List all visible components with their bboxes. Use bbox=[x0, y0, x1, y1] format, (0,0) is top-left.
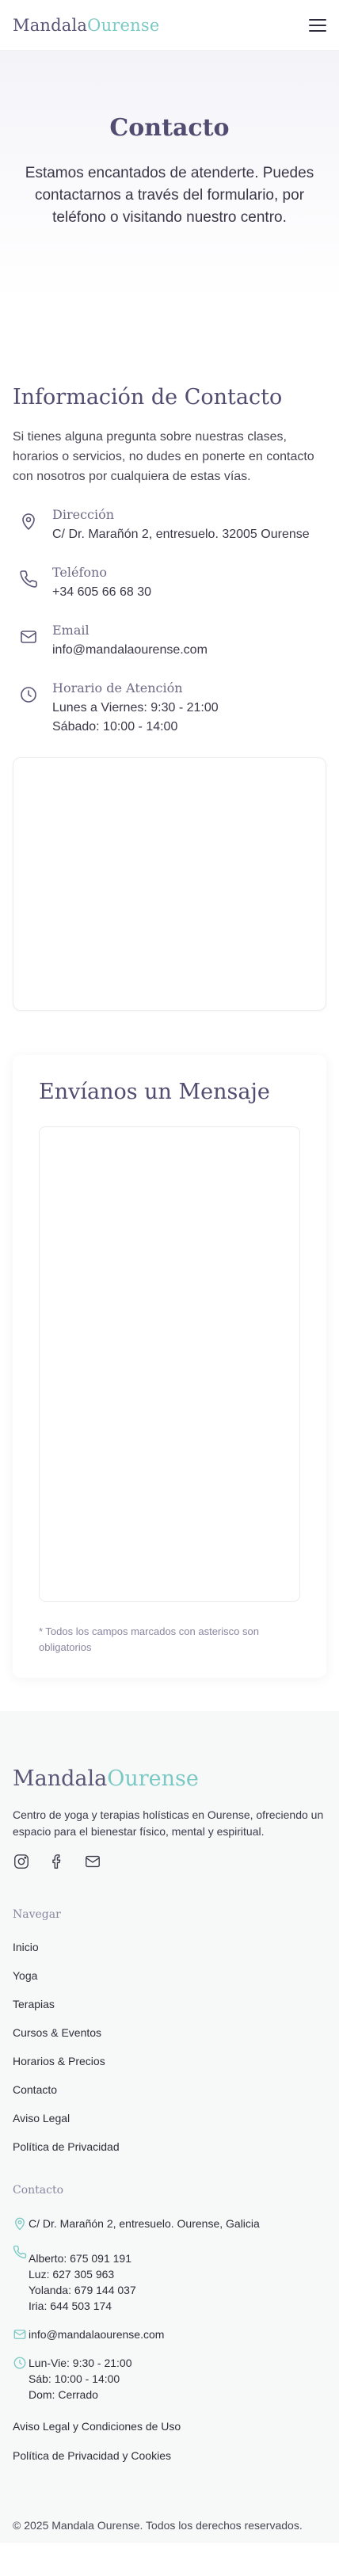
footer-contact: Contacto C/ Dr. Marañón 2, entresuelo. O… bbox=[13, 2184, 326, 2403]
footer-nav-aviso-legal[interactable]: Aviso Legal bbox=[13, 2111, 326, 2125]
footer-phone-luz[interactable]: Luz: 627 305 963 bbox=[29, 2266, 136, 2282]
footer-nav-horarios[interactable]: Horarios & Precios bbox=[13, 2054, 326, 2068]
footer-contact-heading: Contacto bbox=[13, 2184, 64, 2197]
clock-icon bbox=[13, 2357, 26, 2369]
instagram-icon[interactable] bbox=[13, 1853, 30, 1870]
footer-phones-row: Alberto: 675 091 191 Luz: 627 305 963 Yo… bbox=[13, 2244, 326, 2314]
footer-nav-cursos[interactable]: Cursos & Eventos bbox=[13, 2025, 326, 2040]
phone-icon bbox=[13, 2245, 27, 2259]
social-links bbox=[13, 1853, 326, 1870]
form-required-note: * Todos los campos marcados con asterisc… bbox=[39, 1625, 259, 1653]
footer-hours-sunday: Dom: Cerrado bbox=[29, 2388, 98, 2401]
footer-address-row: C/ Dr. Marañón 2, entresuelo. Ourense, G… bbox=[13, 2216, 326, 2231]
footer-nav-contacto[interactable]: Contacto bbox=[13, 2083, 326, 2097]
info-label-hours: Horario de Atención bbox=[52, 680, 183, 695]
contact-form-embed[interactable] bbox=[39, 1126, 300, 1602]
mail-icon[interactable] bbox=[84, 1853, 101, 1870]
map-pin-icon bbox=[13, 507, 52, 535]
footer-logo-mandala: Mandala bbox=[13, 1766, 108, 1791]
site-footer: MandalaOurense Centro de yoga y terapias… bbox=[0, 1711, 339, 2543]
info-item-hours: Horario de Atención Lunes a Viernes: 9:3… bbox=[13, 680, 326, 737]
info-item-email: Email info@mandalaourense.com bbox=[13, 623, 326, 660]
info-value-email[interactable]: info@mandalaourense.com bbox=[52, 641, 208, 660]
footer-nav: Inicio Yoga Terapias Cursos & Eventos Ho… bbox=[13, 1940, 326, 2154]
contact-info-lead: Si tienes alguna pregunta sobre nuestras… bbox=[13, 430, 314, 483]
contact-info-section: Información de Contacto Si tienes alguna… bbox=[0, 299, 339, 737]
footer-nav-terapias[interactable]: Terapias bbox=[13, 1997, 326, 2011]
footer-link-aviso-legal[interactable]: Aviso Legal y Condiciones de Uso bbox=[13, 2420, 326, 2433]
footer-copyright: © 2025 Mandala Ourense. Todos los derech… bbox=[13, 2519, 303, 2532]
hero-section: Contacto Estamos encantados de atenderte… bbox=[0, 51, 339, 299]
footer-nav-heading: Navegar bbox=[13, 1908, 61, 1921]
footer-hours-row: Lun-Vie: 9:30 - 21:00 Sáb: 10:00 - 14:00… bbox=[13, 2355, 326, 2403]
logo-text-mandala: Mandala bbox=[13, 15, 88, 35]
info-value-hours-weekdays: Lunes a Viernes: 9:30 - 21:00 bbox=[52, 701, 219, 714]
info-label-address: Dirección bbox=[52, 507, 115, 522]
footer-email-row: info@mandalaourense.com bbox=[13, 2326, 326, 2342]
footer-phone-yolanda[interactable]: Yolanda: 679 144 037 bbox=[29, 2282, 136, 2298]
map-embed[interactable] bbox=[13, 757, 326, 1011]
info-item-address: Dirección C/ Dr. Marañón 2, entresuelo. … bbox=[13, 507, 326, 544]
footer-phone-alberto[interactable]: Alberto: 675 091 191 bbox=[29, 2250, 136, 2266]
hamburger-menu-icon[interactable] bbox=[309, 18, 326, 32]
footer-description: Centro de yoga y terapias holísticas en … bbox=[13, 1808, 324, 1838]
page-title: Contacto bbox=[109, 114, 230, 142]
footer-nav-inicio[interactable]: Inicio bbox=[13, 1940, 326, 1954]
info-label-email: Email bbox=[52, 623, 90, 638]
info-value-phone[interactable]: +34 605 66 68 30 bbox=[52, 583, 151, 602]
footer-address: C/ Dr. Marañón 2, entresuelo. Ourense, G… bbox=[29, 2217, 260, 2230]
footer-nav-privacidad[interactable]: Política de Privacidad bbox=[13, 2140, 326, 2154]
clock-icon bbox=[13, 680, 52, 708]
hero-subtitle: Estamos encantados de atenderte. Puedes … bbox=[25, 165, 314, 226]
form-title: Envíanos un Mensaje bbox=[39, 1080, 270, 1104]
site-header: MandalaOurense bbox=[0, 0, 339, 51]
footer-email[interactable]: info@mandalaourense.com bbox=[29, 2326, 164, 2342]
contact-form-card: Envíanos un Mensaje * Todos los campos m… bbox=[13, 1055, 326, 1678]
map-pin-icon bbox=[15, 2217, 25, 2231]
facebook-icon[interactable] bbox=[48, 1853, 66, 1870]
phone-icon bbox=[13, 565, 52, 593]
footer-nav-yoga[interactable]: Yoga bbox=[13, 1968, 326, 1983]
info-item-phone: Teléfono +34 605 66 68 30 bbox=[13, 565, 326, 602]
mail-icon bbox=[13, 623, 52, 650]
contact-info-title: Información de Contacto bbox=[13, 385, 283, 410]
footer-hours-saturday: Sáb: 10:00 - 14:00 bbox=[29, 2372, 120, 2385]
footer-logo[interactable]: MandalaOurense bbox=[13, 1766, 326, 1791]
site-logo[interactable]: MandalaOurense bbox=[13, 16, 160, 35]
footer-logo-ourense: Ourense bbox=[107, 1766, 199, 1791]
footer-hours-weekdays: Lun-Vie: 9:30 - 21:00 bbox=[29, 2357, 132, 2369]
mail-icon bbox=[13, 2330, 26, 2339]
footer-link-privacidad-cookies[interactable]: Política de Privacidad y Cookies bbox=[13, 2449, 326, 2462]
info-value-address: C/ Dr. Marañón 2, entresuelo. 32005 Oure… bbox=[52, 528, 310, 541]
footer-phone-iria[interactable]: Iria: 644 503 174 bbox=[29, 2298, 136, 2314]
info-label-phone: Teléfono bbox=[52, 565, 107, 580]
logo-text-ourense: Ourense bbox=[87, 15, 160, 35]
info-value-hours-saturday: Sábado: 10:00 - 14:00 bbox=[52, 720, 178, 734]
footer-legal-links: Aviso Legal y Condiciones de Uso Polític… bbox=[13, 2420, 326, 2462]
